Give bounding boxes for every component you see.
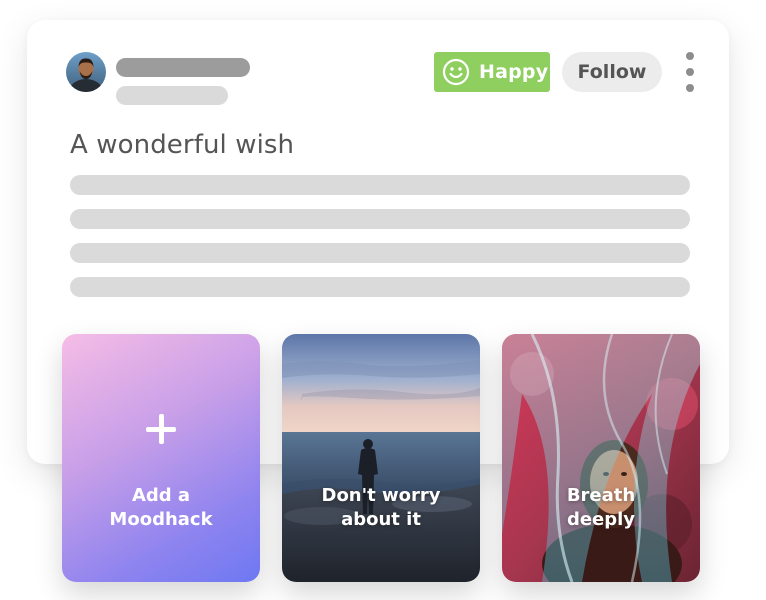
tile-label-line: Add a (131, 485, 191, 506)
follow-button[interactable]: Follow (562, 52, 662, 92)
username-placeholder (116, 58, 250, 77)
plus-icon (146, 414, 176, 444)
timestamp-placeholder (116, 86, 228, 105)
tile-label-line: deeply (566, 509, 636, 530)
tile-label-line: about it (341, 509, 421, 530)
moodhack-tile-breath-deeply[interactable]: Breath deeply (502, 334, 700, 582)
add-moodhack-tile[interactable]: Add a Moodhack (62, 334, 260, 582)
tile-label: Don't worry about it (282, 484, 480, 532)
body-line-placeholder (70, 209, 690, 229)
moodhack-tile-dont-worry[interactable]: Don't worry about it (282, 334, 480, 582)
body-line-placeholder (70, 277, 690, 297)
tile-label: Breath deeply (502, 484, 700, 532)
tile-label: Add a Moodhack (62, 484, 260, 532)
mood-badge[interactable]: Happy (434, 52, 550, 92)
more-vertical-icon[interactable] (681, 50, 699, 94)
tile-label-line: Moodhack (109, 509, 213, 530)
smiley-face-icon (442, 58, 470, 86)
body-line-placeholder (70, 175, 690, 195)
tile-label-line: Don't worry (321, 485, 441, 506)
post-title: A wonderful wish (70, 130, 295, 160)
body-line-placeholder (70, 243, 690, 263)
moodhack-preview: Happy Follow A wonderful wish Add a Mood… (0, 0, 766, 600)
tile-label-line: Breath (566, 485, 636, 506)
woman-under-veil-photo (502, 334, 700, 582)
mood-label: Happy (479, 61, 549, 83)
beach-silhouette-photo (282, 334, 480, 582)
user-avatar[interactable] (66, 52, 106, 92)
